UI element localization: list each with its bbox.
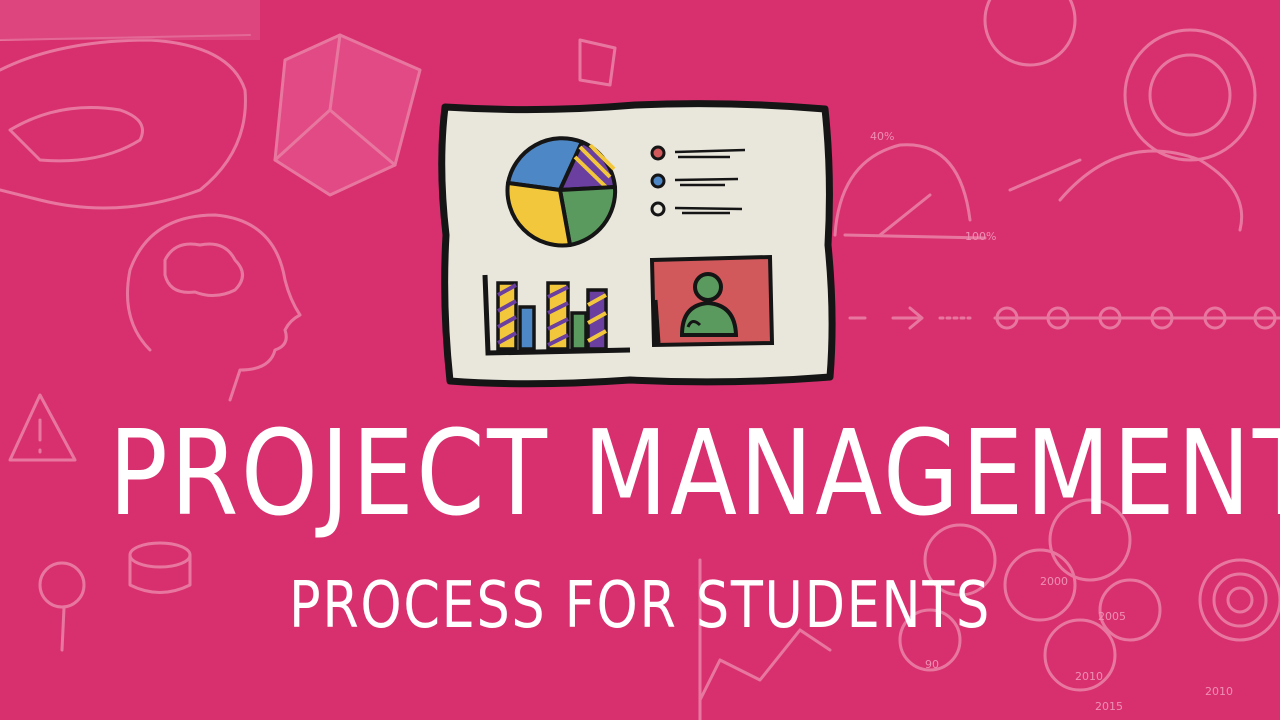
warning-icon — [8, 393, 77, 462]
doodle-label: 100% — [965, 230, 996, 243]
doodle-label: 90 — [925, 658, 939, 671]
presentation-board-icon — [438, 100, 836, 388]
doodle-label: 2015 — [1095, 700, 1123, 713]
arrow-right-icon — [848, 306, 972, 330]
magnifier-icon — [38, 561, 86, 652]
timeline-icon — [993, 306, 1280, 330]
thumbnail-canvas: 40% 100% 2000 2005 2010 2015 2010 90 PRO… — [0, 0, 1280, 720]
gauge-icon — [833, 143, 987, 240]
baseball-field-icon — [0, 0, 260, 210]
profile-photo-icon — [649, 254, 775, 348]
doodle-label: 40% — [870, 130, 894, 143]
page-subtitle: PROCESS FOR STUDENTS — [289, 569, 991, 643]
head-brain-icon — [126, 213, 302, 402]
speedometer-icon — [983, 0, 1257, 232]
page-title: PROJECT MANAGEMENT — [108, 404, 1280, 542]
doodle-label: 2010 — [1075, 670, 1103, 683]
target-icon — [1198, 558, 1280, 642]
pie-chart-icon — [505, 136, 618, 248]
doodle-label: 2010 — [1205, 685, 1233, 698]
